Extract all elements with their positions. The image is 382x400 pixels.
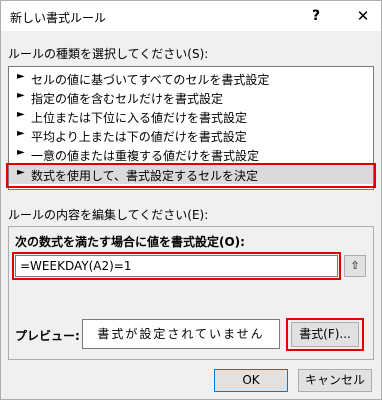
title-bar: 新しい書式ルール ? ✕: [1, 1, 381, 31]
new-formatting-rule-dialog: 新しい書式ルール ? ✕ ルールの種類を選択してください(S): ► セルの値に…: [0, 0, 382, 400]
rule-type-item-label: 数式を使用して、書式設定するセルを決定: [31, 169, 259, 183]
dialog-title: 新しい書式ルール: [10, 11, 107, 25]
format-button[interactable]: 書式(F)...: [291, 322, 359, 347]
arrow-icon: ►: [17, 71, 25, 82]
rule-type-item-label: 上位または下位に入る値だけを書式設定: [31, 111, 248, 125]
arrow-icon: ►: [17, 167, 25, 178]
rule-type-label: ルールの種類を選択してください(S):: [8, 47, 209, 61]
rule-type-item[interactable]: ► 一意の値または重複する値だけを書式設定: [9, 145, 373, 164]
formula-label: 次の数式を満たす場合に値を書式設定(O):: [15, 235, 245, 249]
rule-type-item-label: 一意の値または重複する値だけを書式設定: [31, 149, 260, 163]
help-button[interactable]: ?: [301, 1, 331, 31]
rule-type-item[interactable]: ► 上位または下位に入る値だけを書式設定: [9, 107, 373, 126]
ok-button[interactable]: OK: [214, 369, 288, 392]
preview-box: 書式が設定されていません: [82, 319, 280, 349]
close-button[interactable]: ✕: [345, 1, 381, 31]
rule-type-item-label: セルの値に基づいてすべてのセルを書式設定: [31, 73, 270, 87]
rule-type-item-label: 平均より上または下の値だけを書式設定: [31, 130, 247, 144]
rule-type-item[interactable]: ► 平均より上または下の値だけを書式設定: [9, 126, 373, 145]
arrow-icon: ►: [17, 128, 25, 139]
rule-type-item[interactable]: ► セルの値に基づいてすべてのセルを書式設定: [9, 69, 373, 88]
rule-type-list[interactable]: ► セルの値に基づいてすべてのセルを書式設定 ► 指定の値を含むセルだけを書式設…: [8, 66, 374, 190]
rule-content-label: ルールの内容を編集してください(E):: [8, 208, 209, 222]
rule-type-item[interactable]: ► 指定の値を含むセルだけを書式設定: [9, 88, 373, 107]
arrow-icon: ►: [17, 90, 25, 101]
collapse-dialog-icon[interactable]: ⇧: [344, 255, 366, 277]
formula-input[interactable]: [15, 255, 338, 277]
cancel-button[interactable]: キャンセル: [298, 369, 372, 392]
preview-label: プレビュー:: [15, 329, 80, 343]
arrow-icon: ►: [17, 109, 25, 120]
rule-type-item-selected[interactable]: ► 数式を使用して、書式設定するセルを決定: [9, 165, 373, 184]
rule-type-item-label: 指定の値を含むセルだけを書式設定: [31, 92, 224, 106]
arrow-icon: ►: [17, 147, 25, 158]
